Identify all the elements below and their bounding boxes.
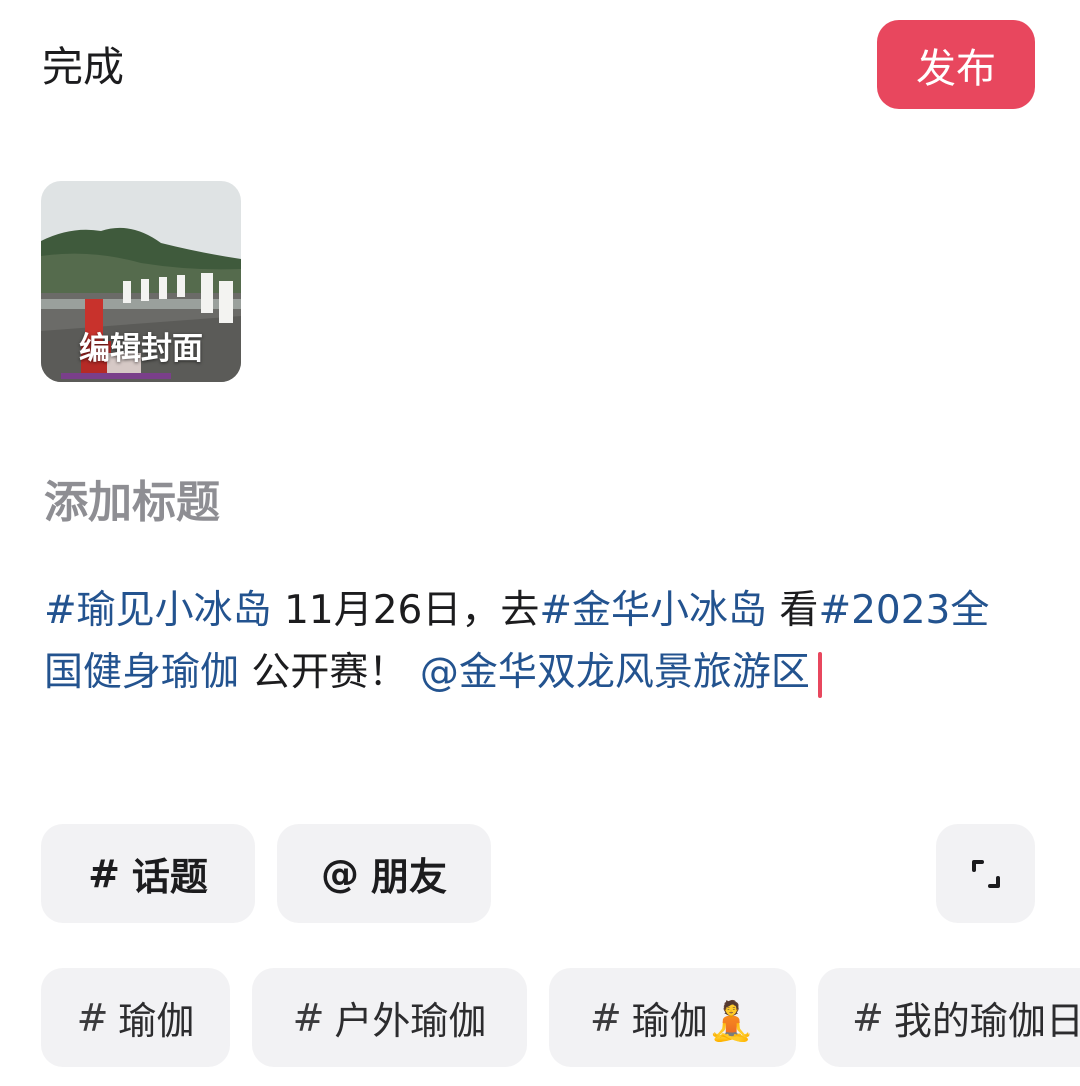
done-button[interactable]: 完成 (42, 40, 124, 94)
topic-tag[interactable]: #2023全 (818, 588, 989, 633)
hash-icon: # (76, 995, 109, 1040)
hash-icon: # (292, 995, 325, 1040)
suggested-topic-label: 瑜伽🧘 (631, 999, 756, 1043)
suggested-topic-label: 户外瑜伽 (334, 999, 487, 1043)
expand-editor-button[interactable] (936, 824, 1035, 923)
topic-tag[interactable]: 国健身瑜伽 (44, 650, 239, 695)
expand-icon (971, 859, 1000, 888)
topic-tag[interactable]: #金华小冰岛 (539, 588, 767, 633)
mention-friend-label: 朋友 (370, 855, 447, 899)
suggested-topic-chip[interactable]: # 我的瑜伽日 (818, 968, 1080, 1067)
mention-friend-button[interactable]: @ 朋友 (277, 824, 491, 923)
hash-icon: # (88, 851, 120, 896)
suggested-topic-label: 我的瑜伽日 (893, 999, 1080, 1043)
suggested-topic-chip[interactable]: # 瑜伽🧘 (549, 968, 796, 1067)
cover-thumbnail[interactable]: 编辑封面 (41, 181, 241, 382)
suggested-topic-label: 瑜伽 (118, 999, 195, 1043)
suggested-topic-chip[interactable]: # 户外瑜伽 (252, 968, 527, 1067)
hash-icon: # (852, 995, 884, 1040)
text-cursor (817, 651, 822, 698)
mention-tag[interactable]: @金华双龙风景旅游区 (420, 650, 810, 695)
add-topic-button[interactable]: # 话题 (41, 824, 255, 923)
at-icon: @ (320, 851, 359, 896)
topic-tag[interactable]: #瑜见小冰岛 (44, 588, 272, 633)
body-line-2: 国健身瑜伽 公开赛！ @金华双龙风景旅游区 (44, 642, 1044, 704)
body-text-segment: 公开赛！ (239, 650, 420, 695)
hash-icon: # (589, 995, 622, 1040)
post-editor: 完成 发布 编辑封面 #瑜见小冰岛 11 (0, 0, 1080, 1086)
body-text-editor[interactable]: #瑜见小冰岛 11月26日，去#金华小冰岛 看#2023全 国健身瑜伽 公开赛！… (44, 580, 1044, 704)
body-line-1: #瑜见小冰岛 11月26日，去#金华小冰岛 看#2023全 (44, 580, 1044, 642)
body-text-segment: 看 (767, 588, 819, 633)
title-input[interactable] (44, 470, 1034, 534)
add-topic-label: 话题 (131, 855, 208, 899)
body-text-segment: 11月26日，去 (271, 588, 540, 633)
publish-button[interactable]: 发布 (877, 20, 1035, 109)
edit-cover-label: 编辑封面 (79, 331, 203, 367)
suggested-topic-chip[interactable]: # 瑜伽 (41, 968, 230, 1067)
